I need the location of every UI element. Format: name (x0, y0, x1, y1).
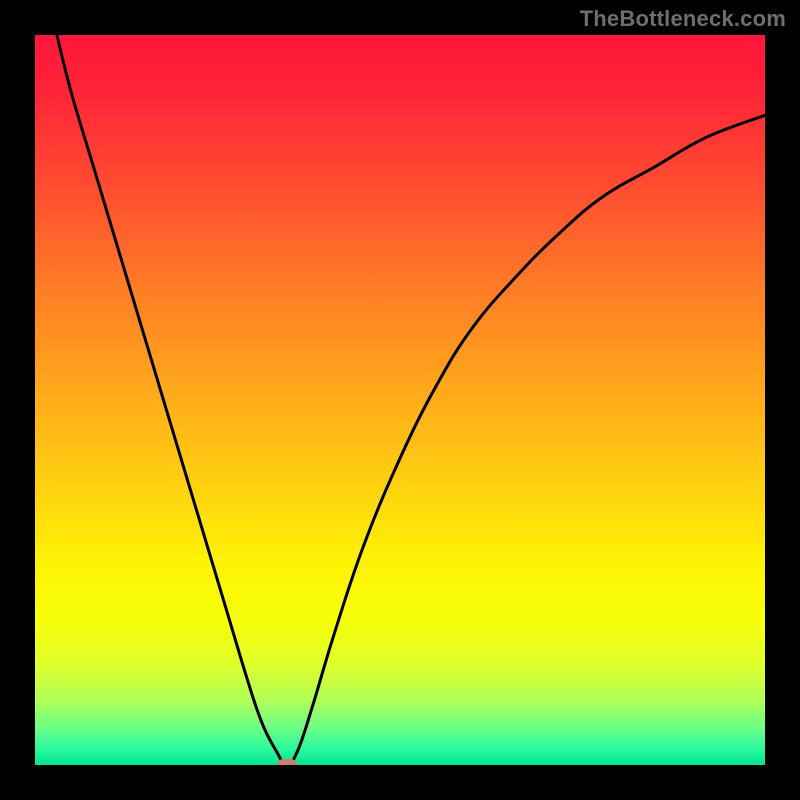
chart-frame: TheBottleneck.com (0, 0, 800, 800)
bottleneck-curve (35, 35, 765, 765)
optimal-point-marker (277, 759, 297, 765)
plot-area (35, 35, 765, 765)
watermark-text: TheBottleneck.com (580, 6, 786, 32)
